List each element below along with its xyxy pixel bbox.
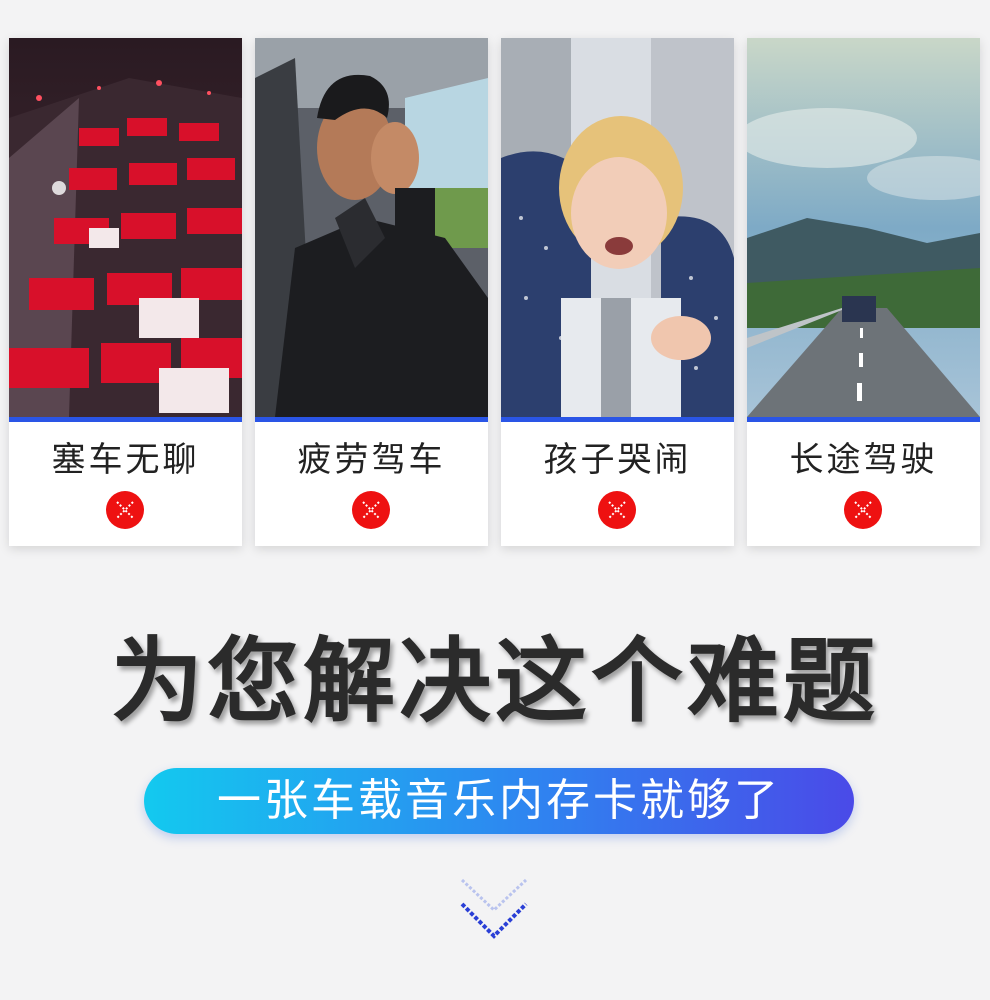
crying-child-photo — [501, 38, 734, 417]
card-accent-line — [501, 417, 734, 422]
card-long-drive: 长途驾驶 — [747, 38, 980, 546]
card-label: 长途驾驶 — [789, 440, 938, 480]
card-accent-line — [9, 417, 242, 422]
card-label: 孩子哭闹 — [543, 440, 692, 480]
card-label: 疲劳驾车 — [297, 440, 446, 480]
card-tired-driving: 疲劳驾车 — [255, 38, 488, 546]
card-label: 塞车无聊 — [51, 440, 200, 480]
double-chevron-down-icon — [458, 876, 530, 946]
problem-cards: 塞车无聊 疲劳驾车 孩子哭闹 长途驾驶 — [9, 38, 981, 546]
red-x-icon — [598, 491, 636, 529]
card-traffic-jam: 塞车无聊 — [9, 38, 242, 546]
card-accent-line — [255, 417, 488, 422]
subline-banner: 一张车载音乐内存卡就够了 — [144, 768, 854, 834]
yawning-driver-photo — [255, 38, 488, 417]
subline-text: 一张车载音乐内存卡就够了 — [217, 775, 781, 826]
highway-photo — [747, 38, 980, 417]
card-accent-line — [747, 417, 980, 422]
traffic-jam-photo — [9, 38, 242, 417]
red-x-icon — [106, 491, 144, 529]
card-crying-child: 孩子哭闹 — [501, 38, 734, 546]
headline: 为您解决这个难题 — [110, 628, 879, 735]
red-x-icon — [352, 491, 390, 529]
red-x-icon — [844, 491, 882, 529]
